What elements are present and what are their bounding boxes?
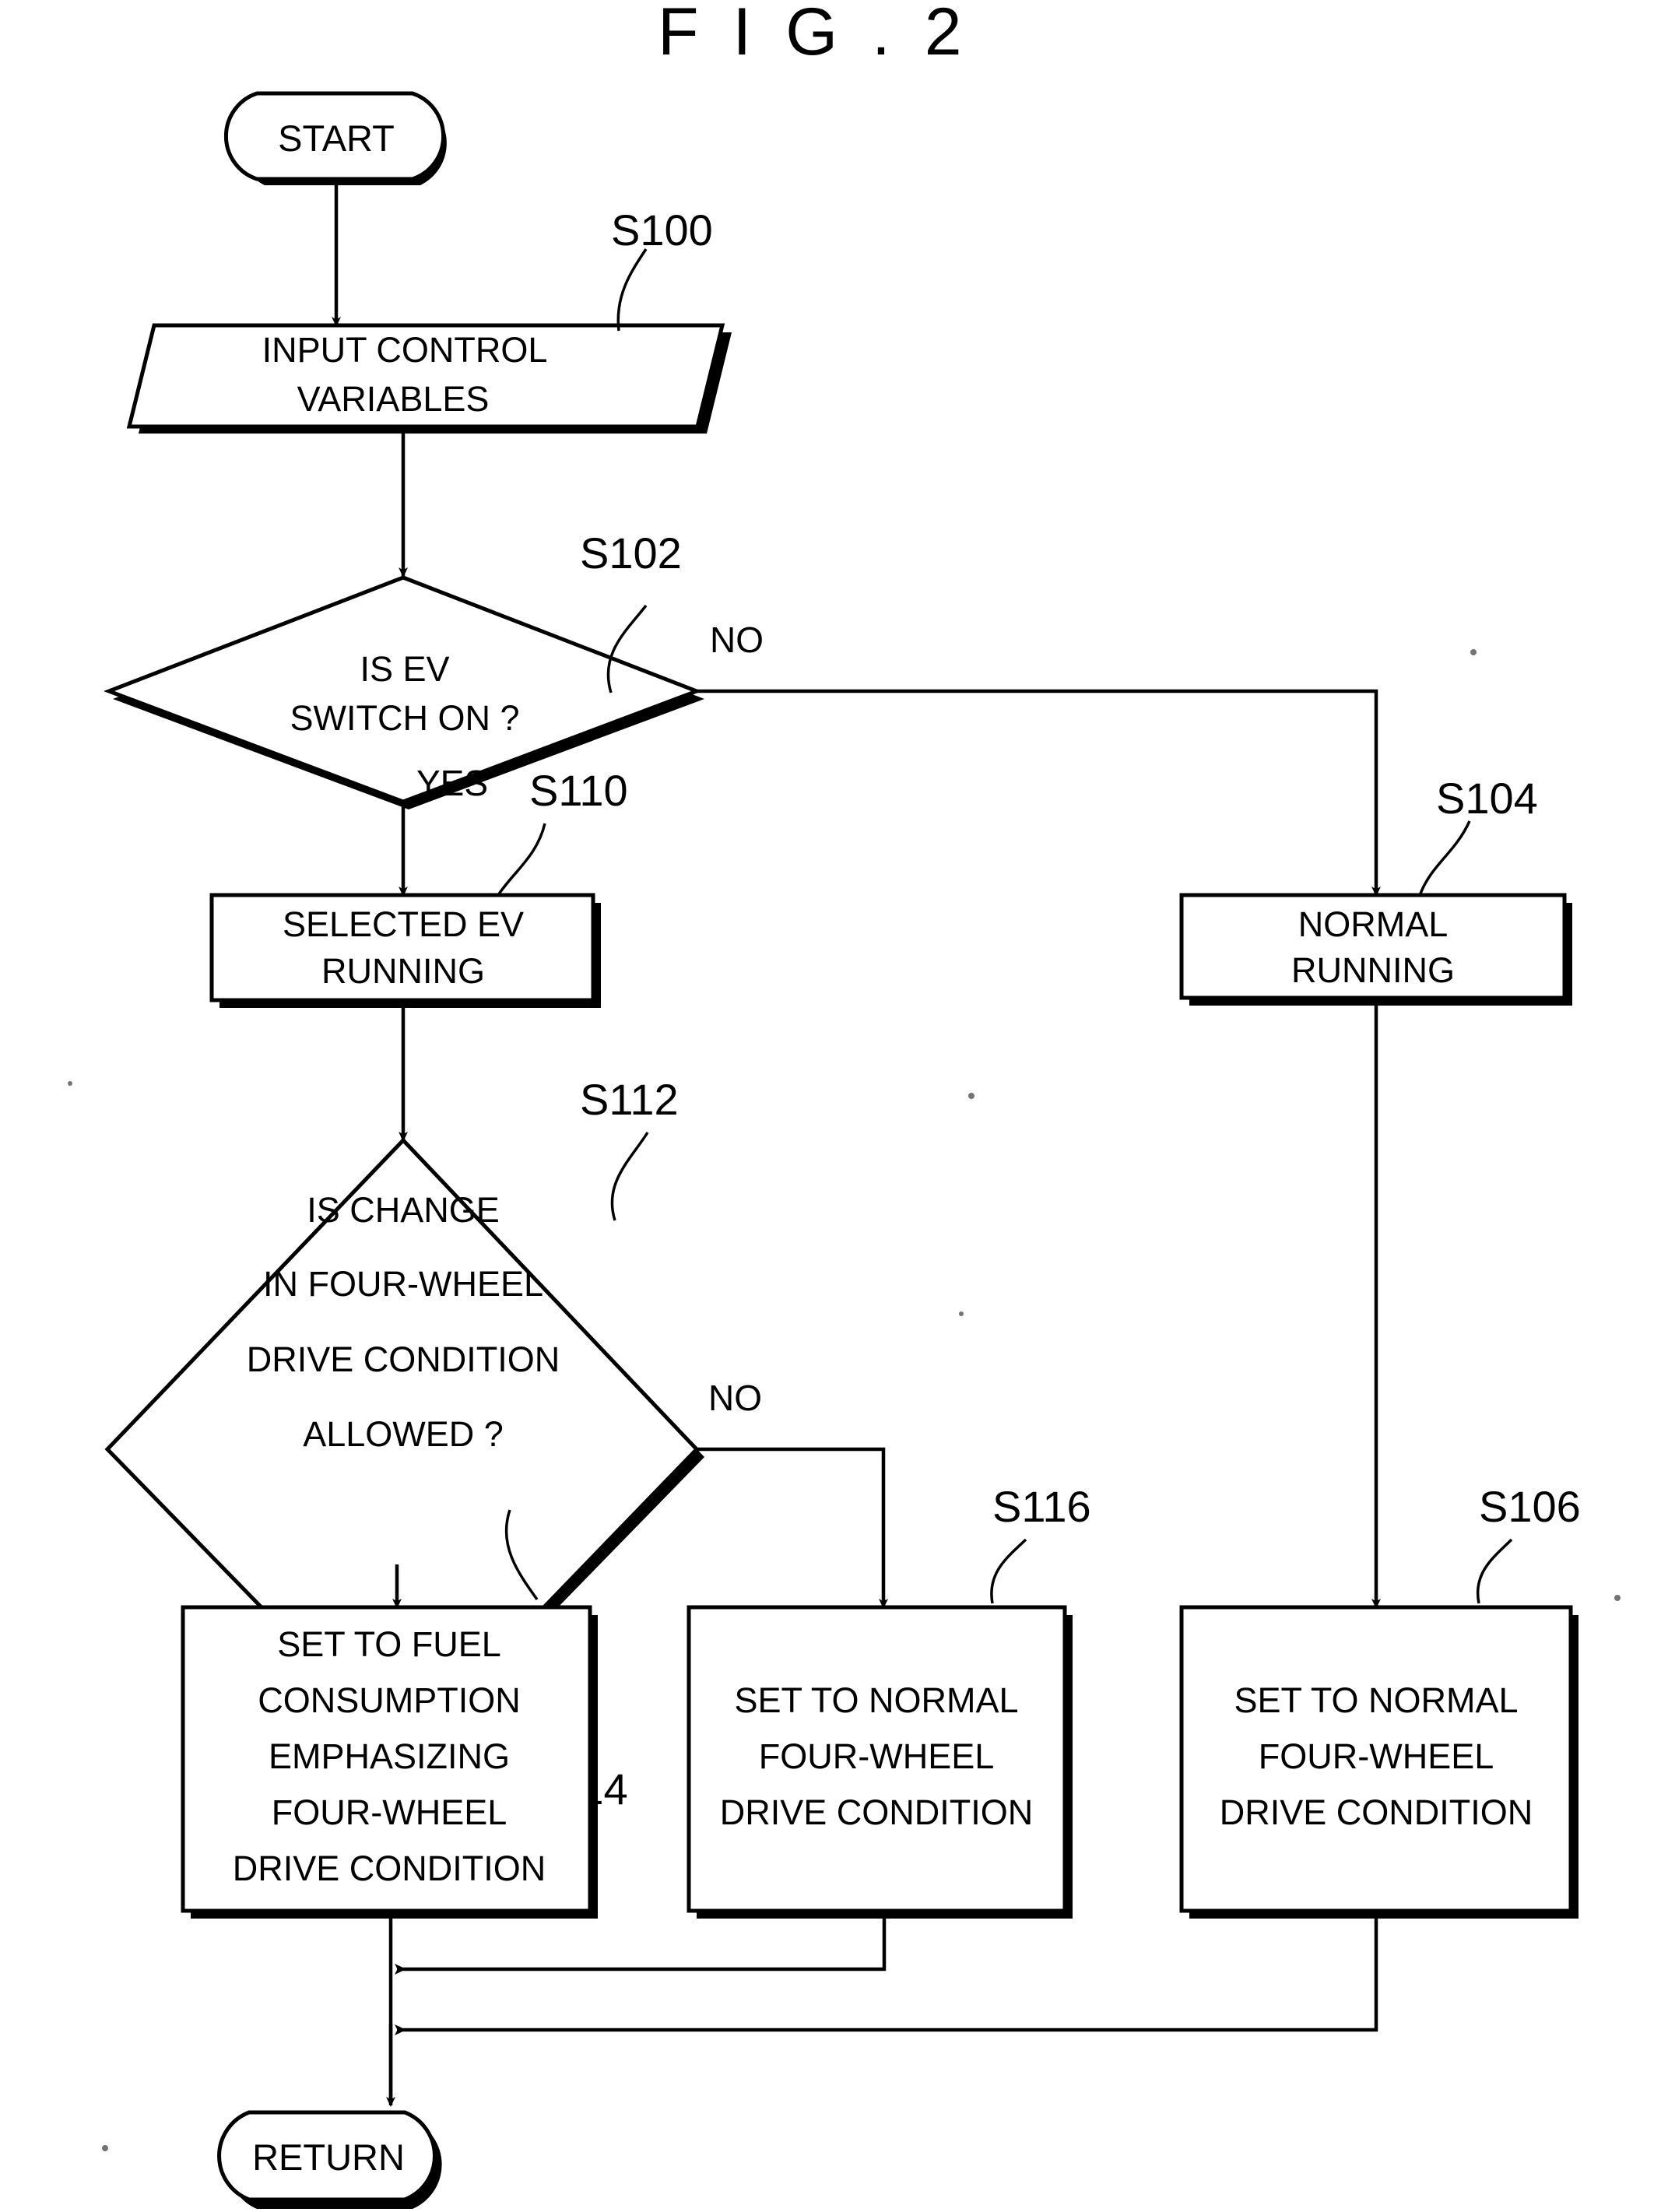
s114-line-3: EMPHASIZING (269, 1736, 510, 1776)
scan-speck (102, 2145, 108, 2151)
scan-speck (959, 1311, 964, 1316)
s102-yes-label: YES (416, 763, 488, 803)
node-s106: SET TO NORMAL FOUR-WHEEL DRIVE CONDITION (1179, 1605, 1578, 1919)
leader-s104 (1419, 820, 1471, 894)
s110-step-label: S110 (529, 766, 628, 815)
s104-line-2: RUNNING (1291, 950, 1455, 990)
node-return: RETURN (217, 2110, 442, 2209)
s106-step-label: S106 (1479, 1482, 1581, 1531)
edge-s102-no-to-s104 (697, 689, 1381, 897)
s112-step-label: S112 (580, 1075, 679, 1124)
s116-line-3: DRIVE CONDITION (720, 1792, 1034, 1832)
scan-speck (68, 1081, 72, 1086)
edge-s116-to-merge (395, 1919, 887, 1975)
s100-step-label: S100 (611, 205, 713, 255)
leader-s106 (1476, 1538, 1513, 1604)
leader-s112 (610, 1132, 649, 1221)
node-s104: NORMAL RUNNING (1179, 893, 1572, 1006)
edge-s112-no-to-s116 (697, 1447, 888, 1609)
return-label: RETURN (252, 2137, 405, 2178)
s112-line-2: IN FOUR-WHEEL (263, 1264, 543, 1304)
s110-line-1: SELECTED EV (283, 904, 524, 944)
s116-line-2: FOUR-WHEEL (759, 1736, 995, 1776)
s112-line-3: DRIVE CONDITION (247, 1339, 560, 1379)
s114-line-2: CONSUMPTION (258, 1680, 521, 1720)
edge-s106-to-merge (395, 1919, 1378, 2035)
scan-speck (1614, 1595, 1621, 1601)
s102-no-label: NO (710, 620, 764, 660)
s102-step-label: S102 (580, 528, 682, 578)
scan-speck (968, 1093, 974, 1099)
figure-page: F I G . 2 START INPUT CONTROL VARIABLES … (0, 0, 1654, 2212)
s116-step-label: S116 (992, 1482, 1091, 1531)
node-s114: SET TO FUEL CONSUMPTION EMPHASIZING FOUR… (181, 1605, 598, 1919)
s116-line-1: SET TO NORMAL (734, 1680, 1018, 1720)
s102-line-1: IS EV (360, 649, 449, 689)
leader-s110 (497, 823, 546, 896)
s106-line-1: SET TO NORMAL (1234, 1680, 1518, 1720)
node-s116: SET TO NORMAL FOUR-WHEEL DRIVE CONDITION (687, 1605, 1073, 1919)
flowchart-canvas: F I G . 2 START INPUT CONTROL VARIABLES … (68, 0, 1621, 2209)
s112-line-4: ALLOWED ? (303, 1414, 504, 1454)
s114-line-1: SET TO FUEL (277, 1624, 501, 1664)
s112-line-1: IS CHANGE (307, 1190, 500, 1230)
s104-line-1: NORMAL (1298, 904, 1449, 944)
leader-s116 (990, 1538, 1027, 1604)
s110-line-2: RUNNING (321, 951, 485, 991)
s112-no-label: NO (708, 1378, 762, 1418)
leader-s100 (616, 248, 648, 332)
start-label: START (278, 118, 395, 159)
s100-line-1: INPUT CONTROL (262, 330, 548, 370)
node-s100: INPUT CONTROL VARIABLES (126, 323, 732, 434)
node-s110: SELECTED EV RUNNING (209, 893, 601, 1008)
figure-title: F I G . 2 (658, 0, 970, 69)
s100-line-2: VARIABLES (297, 379, 490, 419)
s106-line-3: DRIVE CONDITION (1220, 1792, 1533, 1832)
scan-speck (1470, 649, 1477, 655)
s106-line-2: FOUR-WHEEL (1259, 1736, 1494, 1776)
s104-step-label: S104 (1436, 774, 1538, 823)
s102-line-2: SWITCH ON ? (290, 698, 519, 738)
node-start: START (223, 91, 447, 185)
s114-line-5: DRIVE CONDITION (233, 1849, 546, 1888)
s114-line-4: FOUR-WHEEL (272, 1792, 507, 1832)
